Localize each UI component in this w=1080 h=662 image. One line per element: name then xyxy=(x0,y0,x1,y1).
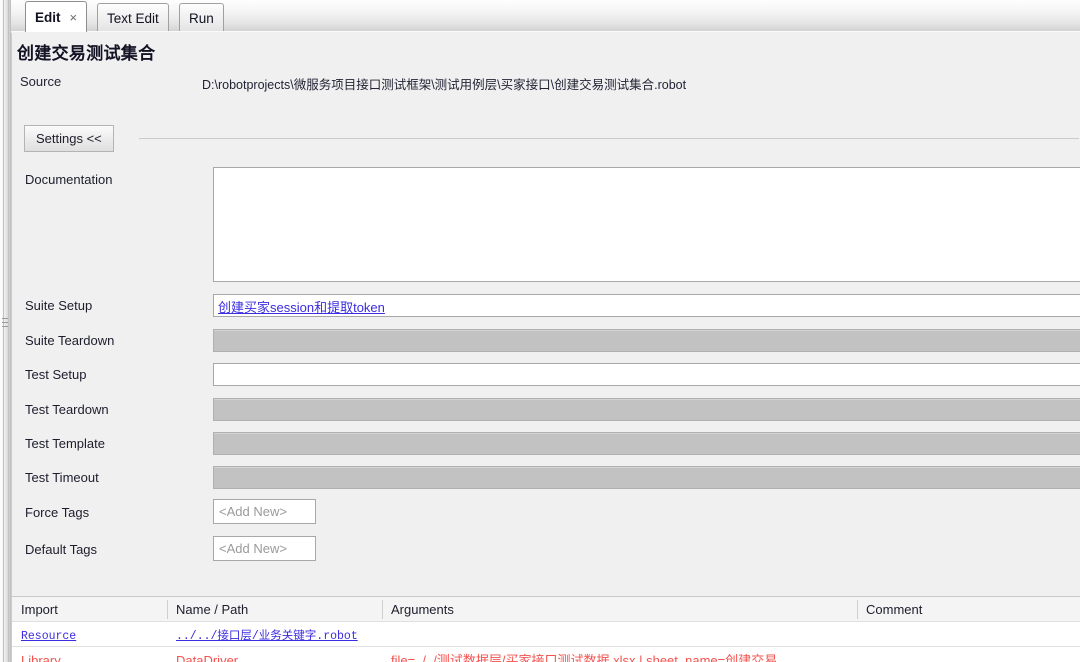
library-comment[interactable] xyxy=(857,648,1080,662)
resource-comment[interactable] xyxy=(857,622,1080,647)
table-row[interactable]: Resource ../../接口层/业务关键字.robot xyxy=(12,622,1080,647)
column-header-arguments[interactable]: Arguments xyxy=(382,597,857,622)
suite-teardown-input xyxy=(213,329,1080,352)
suite-settings-pane: 创建交易测试集合 Source D:\robotprojects\微服务项目接口… xyxy=(11,33,1080,662)
suite-setup-value[interactable]: 创建买家session和提取token xyxy=(218,300,385,315)
ride-editor-window: Edit × Text Edit Run 创建交易测试集合 Source D:\… xyxy=(0,0,1080,662)
column-header-import[interactable]: Import xyxy=(12,597,167,622)
library-arguments[interactable]: file=../../测试数据层/买家接口测试数据.xlsx | sheet_n… xyxy=(382,648,857,662)
source-path-value: D:\robotprojects\微服务项目接口测试框架\测试用例层\买家接口\… xyxy=(202,78,687,92)
library-name-path[interactable]: DataDriver xyxy=(167,648,382,662)
suite-setup-input[interactable]: 创建买家session和提取token xyxy=(213,294,1080,317)
test-timeout-input xyxy=(213,466,1080,489)
force-tags-add-new-button[interactable]: <Add New> xyxy=(213,499,316,524)
label-test-setup: Test Setup xyxy=(25,367,87,382)
default-tags-add-new-button[interactable]: <Add New> xyxy=(213,536,316,561)
resource-arguments[interactable] xyxy=(382,622,857,647)
test-template-input xyxy=(213,432,1080,455)
label-suite-setup: Suite Setup xyxy=(25,298,93,313)
tab-edit[interactable]: Edit × xyxy=(25,1,88,32)
close-icon[interactable]: × xyxy=(70,11,78,24)
tab-edit-label: Edit xyxy=(35,9,61,25)
label-suite-teardown: Suite Teardown xyxy=(25,333,115,348)
label-test-template: Test Template xyxy=(25,436,105,451)
column-header-comment[interactable]: Comment xyxy=(857,597,1080,622)
tab-run[interactable]: Run xyxy=(179,3,224,32)
label-documentation: Documentation xyxy=(25,172,113,187)
label-test-teardown: Test Teardown xyxy=(25,402,109,417)
resource-name-path[interactable]: ../../接口层/业务关键字.robot xyxy=(176,630,358,643)
editor-tabbar: Edit × Text Edit Run xyxy=(11,0,1080,33)
import-type-library[interactable]: Library xyxy=(12,648,167,662)
import-type-resource[interactable]: Resource xyxy=(21,630,76,643)
label-force-tags: Force Tags xyxy=(25,505,90,520)
label-default-tags: Default Tags xyxy=(25,542,98,557)
test-setup-input[interactable] xyxy=(213,363,1080,386)
table-row[interactable]: Library DataDriver file=../../测试数据层/买家接口… xyxy=(12,648,1080,662)
test-teardown-input xyxy=(213,398,1080,421)
imports-grid: Import Name / Path Arguments Comment Res… xyxy=(12,596,1080,662)
tab-text-edit[interactable]: Text Edit xyxy=(97,3,169,32)
column-header-name-path[interactable]: Name / Path xyxy=(167,597,382,622)
tab-text-edit-label: Text Edit xyxy=(107,10,159,26)
imports-grid-header: Import Name / Path Arguments Comment xyxy=(12,597,1080,622)
settings-toggle-label: Settings << xyxy=(36,131,102,146)
documentation-input[interactable] xyxy=(213,167,1080,282)
tab-run-label: Run xyxy=(189,10,214,26)
page-title: 创建交易测试集合 xyxy=(17,44,156,63)
label-test-timeout: Test Timeout xyxy=(25,470,99,485)
left-splitter-handle[interactable] xyxy=(0,0,11,662)
settings-toggle-button[interactable]: Settings << xyxy=(24,125,114,152)
source-label: Source xyxy=(20,74,62,89)
settings-divider xyxy=(139,138,1079,139)
